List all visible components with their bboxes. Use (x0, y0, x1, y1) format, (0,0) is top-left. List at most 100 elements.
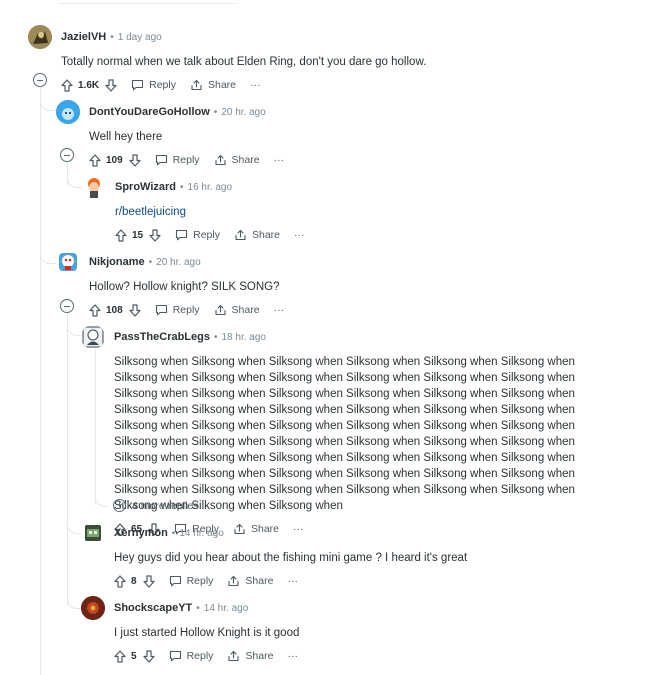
overflow-icon[interactable]: ··· (287, 650, 298, 662)
action-bar: 109 Reply Share ··· (89, 149, 629, 171)
username[interactable]: Xernymon (114, 527, 168, 539)
share-button[interactable]: Share (190, 79, 236, 91)
reply-label: Reply (186, 650, 214, 662)
reply-button[interactable]: Reply (169, 575, 213, 587)
thread-line-reply-2 (67, 311, 68, 605)
action-bar: 15 Reply Share ··· (115, 224, 635, 246)
avatar[interactable] (81, 325, 105, 349)
upvote-icon[interactable] (115, 228, 127, 242)
timestamp[interactable]: 14 hr. ago (179, 528, 223, 539)
collapse-icon[interactable] (33, 73, 47, 87)
reply-icon (175, 229, 188, 241)
separator: • (196, 602, 200, 614)
username[interactable]: Nikjoname (89, 256, 145, 268)
action-bar: 8 Reply Share ··· (114, 570, 634, 592)
comment-body: Totally normal when we talk about Elden … (61, 56, 427, 68)
upvote-icon[interactable] (61, 78, 73, 92)
comment-body: Hey guys did you hear about the fishing … (114, 552, 468, 564)
timestamp[interactable]: 20 hr. ago (221, 107, 265, 118)
share-icon (214, 304, 227, 316)
comment-nikjoname: Nikjoname • 20 hr. ago Hollow? Hollow kn… (56, 250, 629, 321)
upvote-icon[interactable] (89, 303, 101, 317)
avatar[interactable] (56, 250, 80, 274)
avatar[interactable] (28, 25, 52, 49)
comment-body: I just started Hollow Knight is it good (114, 627, 300, 639)
previous-comment-edge (58, 0, 238, 4)
thread-curve (67, 593, 81, 609)
share-button[interactable]: Share (227, 650, 273, 662)
downvote-icon[interactable] (142, 649, 155, 663)
comment-shockscapeyt: ShockscapeYT • 14 hr. ago I just started… (81, 596, 634, 667)
upvote-icon[interactable] (89, 153, 101, 167)
vote-count: 8 (131, 575, 137, 587)
timestamp[interactable]: 18 hr. ago (222, 332, 266, 343)
username[interactable]: JazielVH (61, 31, 106, 43)
thread-curve (67, 320, 81, 336)
share-button[interactable]: Share (227, 575, 273, 587)
username[interactable]: PassTheCrabLegs (114, 331, 210, 343)
share-button[interactable]: Share (214, 154, 260, 166)
share-icon (234, 229, 247, 241)
overflow-icon[interactable]: ··· (294, 229, 305, 241)
share-button[interactable]: Share (234, 229, 280, 241)
action-bar: 1.6K Reply Share ··· (61, 74, 621, 96)
expand-icon: + (113, 499, 126, 512)
share-label: Share (207, 79, 237, 91)
share-label: Share (245, 575, 274, 587)
overflow-icon[interactable]: ··· (274, 154, 285, 166)
separator: • (213, 331, 218, 343)
username[interactable]: DontYouDareGoHollow (89, 106, 210, 118)
downvote-icon[interactable] (142, 574, 155, 588)
collapse-icon[interactable] (60, 299, 74, 313)
reply-button[interactable]: Reply (175, 229, 220, 241)
downvote-icon[interactable] (129, 303, 141, 317)
separator: • (180, 181, 184, 193)
downvote-icon[interactable] (105, 78, 117, 92)
share-icon (214, 154, 227, 166)
vote-count: 5 (131, 650, 137, 662)
collapse-icon[interactable] (60, 148, 74, 162)
timestamp[interactable]: 14 hr. ago (204, 603, 248, 614)
avatar[interactable] (56, 100, 80, 124)
vote-count: 109 (106, 154, 123, 166)
reply-icon (155, 304, 168, 316)
share-icon (227, 575, 240, 587)
share-icon (190, 79, 203, 91)
separator: • (171, 527, 176, 539)
reply-button[interactable]: Reply (155, 304, 200, 316)
downvote-icon[interactable] (129, 153, 141, 167)
username[interactable]: SproWizard (115, 181, 176, 193)
share-label: Share (231, 154, 260, 166)
avatar[interactable] (82, 175, 106, 199)
reply-icon (131, 79, 144, 91)
share-label: Share (251, 229, 281, 241)
more-replies-button[interactable]: + 4 more replies (113, 499, 199, 512)
username[interactable]: ShockscapeYT (114, 602, 192, 614)
reply-button[interactable]: Reply (155, 154, 200, 166)
comment-jazielvh: JazielVH • 1 day ago Totally normal when… (28, 25, 621, 96)
action-bar: 5 Reply Share ··· (114, 645, 634, 667)
overflow-icon[interactable]: ··· (287, 575, 298, 587)
comment-body[interactable]: r/beetlejuicing (115, 204, 635, 220)
action-bar: 108 Reply Share ··· (89, 299, 629, 321)
share-button[interactable]: Share (214, 304, 260, 316)
vote-count: 1.6K (78, 79, 100, 91)
timestamp[interactable]: 20 hr. ago (156, 257, 200, 268)
separator: • (148, 256, 153, 268)
share-label: Share (245, 650, 274, 662)
share-label: Share (231, 304, 260, 316)
upvote-icon[interactable] (114, 574, 126, 588)
comment-body: Hollow? Hollow knight? SILK SONG? (89, 281, 280, 293)
reply-button[interactable]: Reply (131, 79, 176, 91)
reply-button[interactable]: Reply (169, 650, 214, 662)
reply-icon (155, 154, 168, 166)
downvote-icon[interactable] (149, 228, 161, 242)
timestamp[interactable]: 1 day ago (118, 32, 162, 43)
overflow-icon[interactable]: ··· (274, 304, 285, 316)
timestamp[interactable]: 16 hr. ago (188, 182, 232, 193)
avatar[interactable] (81, 596, 105, 620)
avatar[interactable] (81, 521, 105, 545)
comment-sprowizard: SproWizard • 16 hr. ago r/beetlejuicing … (82, 175, 635, 246)
overflow-icon[interactable]: ··· (250, 79, 261, 91)
upvote-icon[interactable] (114, 649, 126, 663)
